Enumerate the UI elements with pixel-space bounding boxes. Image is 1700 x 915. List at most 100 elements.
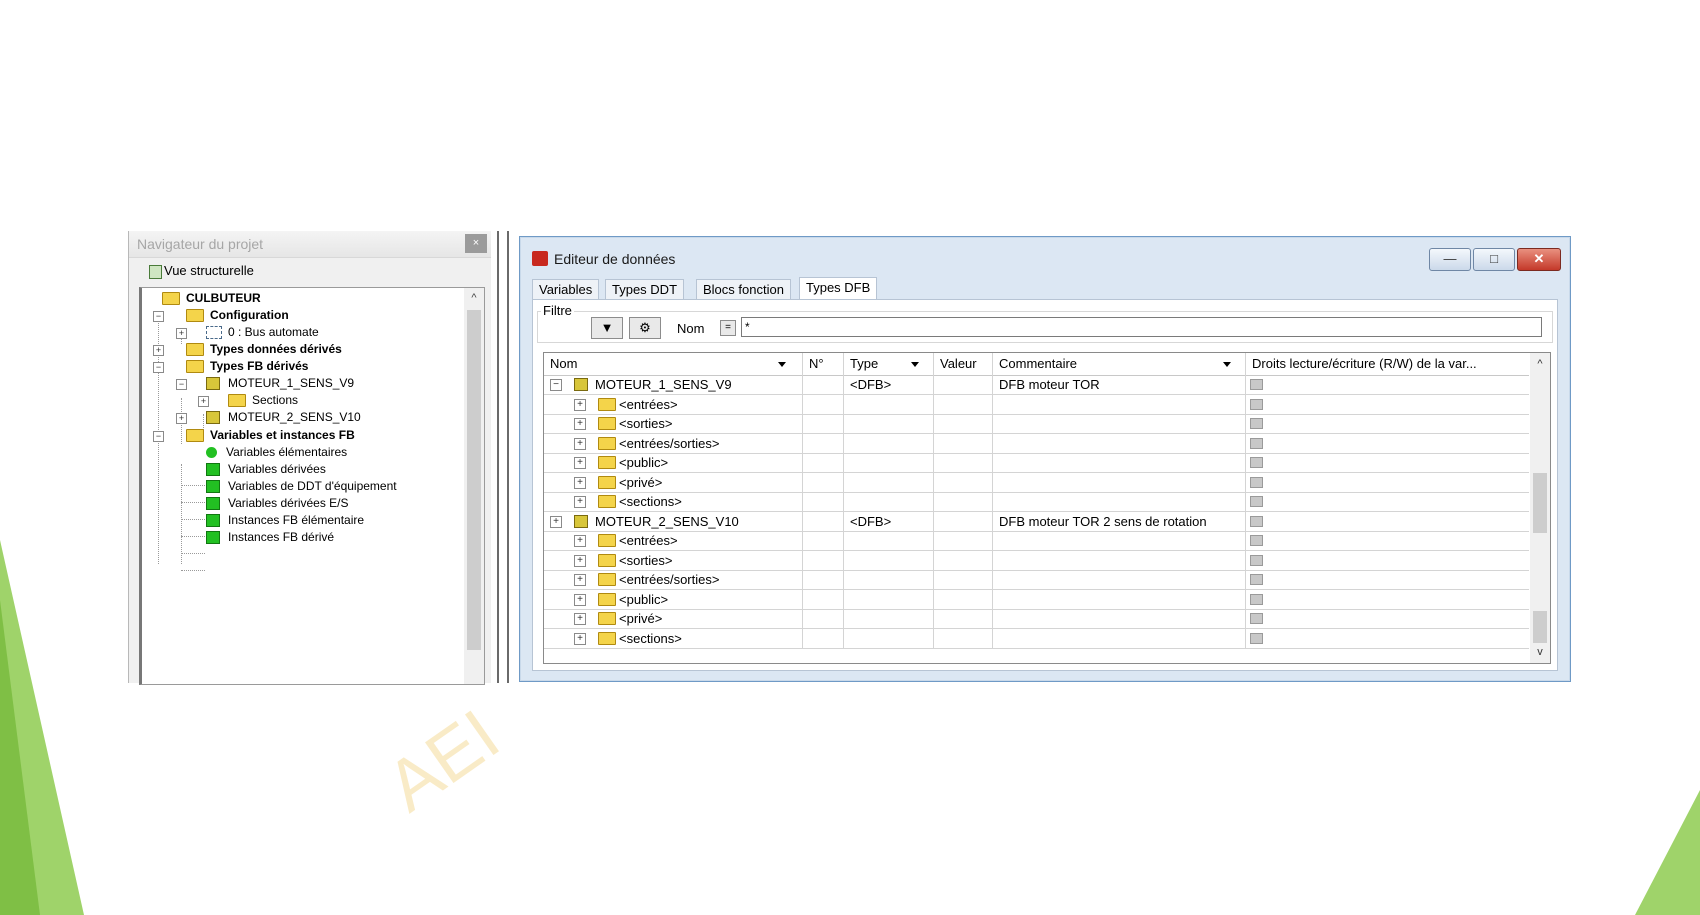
value-cell[interactable] xyxy=(934,453,993,472)
rw-rights-icon[interactable] xyxy=(1250,593,1263,605)
type-cell[interactable] xyxy=(844,394,934,414)
tree-node-derived-variables[interactable]: Variables dérivées xyxy=(206,461,326,478)
tab-function-blocks[interactable]: Blocs fonction xyxy=(696,279,791,300)
comment-cell[interactable] xyxy=(993,394,1246,414)
rw-rights-icon[interactable] xyxy=(1250,535,1263,546)
tree-scrollbar[interactable]: ^ xyxy=(464,288,484,684)
number-cell[interactable] xyxy=(803,472,844,492)
type-cell[interactable] xyxy=(844,570,934,589)
rw-rights-icon[interactable] xyxy=(1250,437,1263,449)
expand-icon[interactable]: + xyxy=(176,328,187,339)
rw-rights-cell[interactable] xyxy=(1246,512,1529,531)
comment-cell[interactable] xyxy=(993,550,1246,570)
rw-rights-icon[interactable] xyxy=(1250,418,1263,429)
collapse-icon[interactable]: − xyxy=(550,379,562,391)
column-header-type[interactable]: Type xyxy=(844,353,934,375)
expand-icon[interactable]: + xyxy=(550,515,562,528)
comment-cell[interactable]: DFB moteur TOR xyxy=(993,375,1246,394)
table-row[interactable]: + <sorties> xyxy=(544,550,1529,571)
expand-icon[interactable]: + xyxy=(176,413,187,424)
rw-rights-icon[interactable] xyxy=(1250,457,1263,468)
comment-cell[interactable] xyxy=(993,570,1246,589)
name-cell[interactable]: + <entrées/sorties> xyxy=(544,570,803,589)
table-row[interactable]: + <public> xyxy=(544,589,1529,610)
type-cell[interactable] xyxy=(844,628,934,648)
comment-cell[interactable] xyxy=(993,492,1246,511)
number-cell[interactable] xyxy=(803,433,844,453)
type-cell[interactable] xyxy=(844,550,934,570)
value-cell[interactable] xyxy=(934,492,993,511)
table-row[interactable]: + <sections> xyxy=(544,628,1529,649)
column-header-value[interactable]: Valeur xyxy=(934,353,993,375)
comment-cell[interactable] xyxy=(993,531,1246,550)
column-header-number[interactable]: N° xyxy=(803,353,844,375)
name-cell[interactable]: + <sorties> xyxy=(544,414,803,433)
expand-icon[interactable]: + xyxy=(574,535,586,547)
scroll-up-icon[interactable]: ^ xyxy=(464,288,484,308)
table-row[interactable]: + MOTEUR_2_SENS_V10 <DFB> DFB moteur TOR 2 … xyxy=(544,511,1529,532)
table-row[interactable]: + <sections> xyxy=(544,492,1529,512)
expand-icon[interactable]: + xyxy=(574,418,586,430)
value-cell[interactable] xyxy=(934,375,993,394)
expand-icon[interactable]: + xyxy=(574,574,586,586)
tree-node-moteur-1[interactable]: MOTEUR_1_SENS_V9 xyxy=(206,375,354,392)
number-cell[interactable] xyxy=(803,589,844,609)
rw-rights-icon[interactable] xyxy=(1250,554,1263,566)
table-scrollbar[interactable]: ^ v xyxy=(1530,353,1550,663)
rw-rights-cell[interactable] xyxy=(1246,395,1529,414)
close-button[interactable]: ✕ xyxy=(1517,248,1561,271)
filter-settings-icon[interactable]: ⚙ xyxy=(629,317,661,339)
tree-node-derived-data-types[interactable]: Types données dérivés xyxy=(186,341,342,358)
tree-node-elementary-fb-instances[interactable]: Instances FB élémentaire xyxy=(206,512,364,529)
value-cell[interactable] xyxy=(934,628,993,648)
collapse-icon[interactable]: − xyxy=(153,311,164,322)
tree-node-elementary-variables[interactable]: Variables élémentaires xyxy=(206,444,347,461)
name-cell[interactable]: + <privé> xyxy=(544,609,803,628)
number-cell[interactable] xyxy=(803,453,844,472)
tab-variables[interactable]: Variables xyxy=(532,279,600,300)
maximize-button[interactable]: □ xyxy=(1473,248,1515,271)
name-cell[interactable]: + <public> xyxy=(544,589,803,609)
tab-types-dfb[interactable]: Types DFB xyxy=(799,277,878,300)
comment-cell[interactable] xyxy=(993,433,1246,453)
collapse-icon[interactable]: − xyxy=(153,431,164,442)
comment-cell[interactable] xyxy=(993,453,1246,472)
table-row[interactable]: + <privé> xyxy=(544,609,1529,629)
number-cell[interactable] xyxy=(803,394,844,414)
table-row[interactable]: + <privé> xyxy=(544,472,1529,493)
expand-icon[interactable]: + xyxy=(574,457,586,469)
expand-icon[interactable]: + xyxy=(574,554,586,567)
value-cell[interactable] xyxy=(934,589,993,609)
rw-rights-icon[interactable] xyxy=(1250,496,1263,507)
rw-rights-cell[interactable] xyxy=(1246,609,1529,628)
rw-rights-cell[interactable] xyxy=(1246,629,1529,648)
number-cell[interactable] xyxy=(803,414,844,433)
number-cell[interactable] xyxy=(803,492,844,511)
filter-icon[interactable]: ▼ xyxy=(591,317,623,339)
rw-rights-icon[interactable] xyxy=(1250,398,1263,410)
number-cell[interactable] xyxy=(803,609,844,628)
rw-rights-icon[interactable] xyxy=(1250,476,1263,488)
number-cell[interactable] xyxy=(803,570,844,589)
rw-rights-cell[interactable] xyxy=(1246,473,1529,492)
table-row[interactable]: + <entrées> xyxy=(544,394,1529,415)
tree-node-derived-fb-instances[interactable]: Instances FB dérivé xyxy=(206,529,334,546)
name-cell[interactable]: − MOTEUR_1_SENS_V9 xyxy=(544,375,803,394)
scroll-thumb[interactable] xyxy=(467,310,481,650)
filter-operator-button[interactable]: = xyxy=(720,320,736,336)
comment-cell[interactable] xyxy=(993,414,1246,433)
type-cell[interactable] xyxy=(844,472,934,492)
rw-rights-icon[interactable] xyxy=(1250,515,1263,527)
tree-node-sections[interactable]: Sections xyxy=(228,392,298,409)
expand-icon[interactable]: + xyxy=(574,476,586,489)
number-cell[interactable] xyxy=(803,531,844,550)
rw-rights-cell[interactable] xyxy=(1246,590,1529,609)
column-header-rw-rights[interactable]: Droits lecture/écriture (R/W) de la var.… xyxy=(1246,353,1529,375)
rw-rights-icon[interactable] xyxy=(1250,632,1263,644)
tree-node-derived-fb-types[interactable]: Types FB dérivés xyxy=(186,358,308,375)
expand-icon[interactable]: + xyxy=(574,632,586,645)
table-row[interactable]: + <public> xyxy=(544,453,1529,473)
column-header-name[interactable]: Nom xyxy=(544,353,803,375)
rw-rights-cell[interactable] xyxy=(1246,531,1529,550)
filter-name-input[interactable]: * xyxy=(741,317,1542,337)
